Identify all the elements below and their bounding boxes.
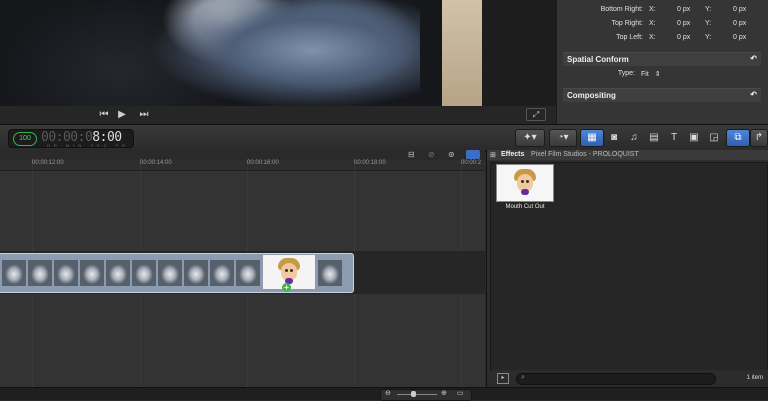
timeline[interactable]: ⊟ ⊘ ⊛ 00:00:12:00 00:00:14:00 00:00:16:0…: [0, 150, 485, 387]
cartoon-face-icon: [278, 258, 300, 286]
effect-label: Mouth Cut Out: [505, 204, 545, 210]
video-fur-highlight: [150, 0, 420, 110]
type-label: Type:: [617, 70, 635, 77]
percent-indicator: 100: [13, 132, 37, 146]
reset-arrow-icon[interactable]: ↶: [750, 54, 757, 63]
y-value-field[interactable]: 0 px: [733, 6, 746, 13]
item-count: 1 item: [746, 375, 763, 381]
clip-thumbnail: [236, 260, 260, 286]
timecode-units: HR MIN SEC FR: [47, 143, 129, 148]
zoom-slider-thumb[interactable]: [411, 391, 416, 397]
bottom-bar: ⊖ ⊕ ▭: [0, 387, 768, 401]
effects-title: Effects: [501, 151, 525, 158]
clip-thumbnail: [106, 260, 130, 286]
ruler-tick: 00:00:2: [461, 160, 482, 166]
reset-arrow-icon[interactable]: ↶: [750, 90, 757, 99]
video-background: [442, 0, 482, 106]
inspector-panel: Bottom Right: X: 0 px Y: 0 px Top Right:…: [556, 0, 768, 124]
compositing-section[interactable]: Compositing ↶: [563, 88, 761, 102]
effects-header: ⊞ Effects Pixel Film Studios - PROLOQUIS…: [487, 150, 768, 160]
y-value-field[interactable]: 0 px: [733, 34, 746, 41]
zoom-out-icon[interactable]: ⊖: [385, 389, 391, 397]
x-value-field[interactable]: 0 px: [677, 20, 690, 27]
skimming-toggle-icon[interactable]: [466, 150, 480, 159]
clip-thumbnail: [80, 260, 104, 286]
ruler-tick: 00:00:14:00: [140, 160, 172, 166]
effects-footer: ▸ ⌕ 1 item: [487, 370, 768, 387]
effect-thumbnail[interactable]: [496, 164, 554, 202]
x-value-field[interactable]: 0 px: [677, 6, 690, 13]
effects-path: Pixel Film Studios - PROLOQUIST: [531, 151, 639, 158]
y-label: Y:: [705, 34, 712, 41]
clip-appearance-icon[interactable]: ▦: [580, 129, 604, 147]
type-popup[interactable]: Fit ⇕: [641, 70, 661, 78]
spatial-conform-type-row: Type: Fit ⇕: [557, 66, 768, 82]
x-value-field[interactable]: 0 px: [677, 34, 690, 41]
snapping-icon[interactable]: ⊛: [448, 150, 455, 159]
share-icon[interactable]: ↱: [750, 129, 768, 147]
section-title: Compositing: [567, 91, 616, 100]
toolbar: 100 00:00:08:00 HR MIN SEC FR ✦▾ ◔▾ ▦ ◙ …: [0, 124, 768, 152]
magic-wand-icon[interactable]: ✦▾: [515, 129, 545, 147]
add-plus-icon: +: [282, 283, 291, 292]
timecode-display[interactable]: 100 00:00:08:00 HR MIN SEC FR: [8, 129, 134, 148]
y-label: Y:: [705, 6, 712, 13]
type-value: Fit: [641, 71, 649, 78]
effects-browser-icon[interactable]: ⧉: [726, 129, 750, 147]
ruler-tick: 00:00:16:00: [247, 160, 279, 166]
theme-icon[interactable]: ◲: [702, 129, 726, 147]
next-frame-icon[interactable]: ⏭: [134, 108, 154, 121]
sidebar-toggle-icon[interactable]: ▸: [497, 373, 509, 384]
retime-icon[interactable]: ◔▾: [549, 129, 577, 147]
clip-thumbnail: [28, 260, 52, 286]
section-title: Spatial Conform: [567, 55, 629, 64]
row-label: Top Left:: [616, 34, 643, 41]
video-frame: [0, 0, 482, 110]
x-label: X:: [649, 6, 656, 13]
x-label: X:: [649, 20, 656, 27]
previous-frame-icon[interactable]: ⏮: [94, 108, 114, 121]
zoom-in-icon[interactable]: ⊕: [441, 389, 447, 397]
transport-bar: ⏮ ▶ ⏭ ⤢: [0, 106, 556, 124]
x-label: X:: [649, 34, 656, 41]
timeline-header: ⊟ ⊘ ⊛: [0, 150, 485, 160]
audio-skimming-icon[interactable]: ⊟: [408, 150, 415, 159]
fullscreen-icon[interactable]: ⤢: [526, 108, 546, 121]
clip-thumbnail: [210, 260, 234, 286]
viewer: ⏮ ▶ ⏭ ⤢: [0, 0, 556, 124]
timeline-ruler[interactable]: 00:00:12:00 00:00:14:00 00:00:16:00 00:0…: [0, 160, 485, 171]
row-label: Bottom Right:: [600, 6, 643, 13]
effects-browser: ⊞ Effects Pixel Film Studios - PROLOQUIS…: [486, 150, 768, 387]
clip-thumbnail: [318, 260, 342, 286]
clip-appearance-icon[interactable]: ▭: [457, 389, 464, 397]
video-clip[interactable]: +: [0, 253, 354, 293]
clip-thumbnail: [132, 260, 156, 286]
search-input[interactable]: ⌕: [516, 373, 716, 385]
disclosure-icon[interactable]: ⊞: [490, 151, 496, 159]
clip-thumbnail: [184, 260, 208, 286]
play-icon[interactable]: ▶: [114, 108, 130, 121]
spatial-conform-section[interactable]: Spatial Conform ↶: [563, 52, 761, 66]
row-label: Top Right:: [611, 20, 643, 27]
inspector-row-top-left: Top Left: X: 0 px Y: 0 px: [557, 30, 768, 46]
stepper-icon: ⇕: [654, 71, 661, 78]
search-icon: ⌕: [521, 374, 525, 381]
solo-icon[interactable]: ⊘: [428, 150, 435, 159]
y-label: Y:: [705, 20, 712, 27]
clip-thumbnail: [54, 260, 78, 286]
clip-thumbnail: [158, 260, 182, 286]
ruler-tick: 00:00:12:00: [32, 160, 64, 166]
ruler-tick: 00:00:18:00: [354, 160, 386, 166]
clip-thumbnail: [2, 260, 26, 286]
zoom-slider-track[interactable]: [397, 394, 437, 395]
effects-grid: Mouth Cut Out: [490, 162, 768, 372]
y-value-field[interactable]: 0 px: [733, 20, 746, 27]
cartoon-face-icon: [514, 169, 536, 197]
zoom-control[interactable]: ⊖ ⊕ ▭: [380, 389, 472, 401]
